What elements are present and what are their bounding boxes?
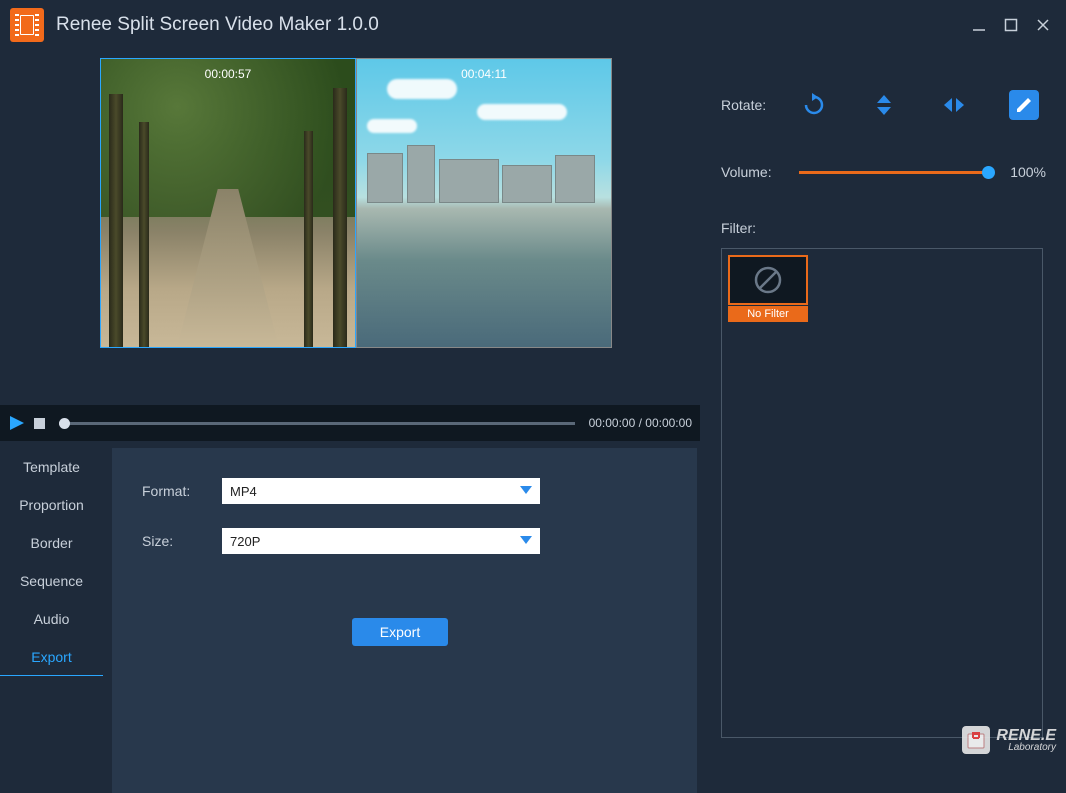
titlebar: Renee Split Screen Video Maker 1.0.0: [0, 0, 1066, 50]
filter-list: No Filter: [721, 248, 1043, 738]
rotate-controls: Rotate:: [721, 90, 1046, 120]
tab-sequence[interactable]: Sequence: [0, 562, 103, 600]
no-filter-label: No Filter: [728, 306, 808, 322]
right-panel: Rotate: Volume: 100% Filter: No: [701, 50, 1066, 760]
format-value: MP4: [230, 484, 257, 499]
window-controls: [972, 18, 1056, 32]
rotate-label: Rotate:: [721, 97, 791, 113]
pencil-icon: [1014, 95, 1034, 115]
format-row: Format: MP4: [142, 478, 667, 504]
size-value: 720P: [230, 534, 260, 549]
volume-controls: Volume: 100%: [721, 164, 1046, 180]
rotate-icon: [802, 93, 826, 117]
minimize-button[interactable]: [972, 18, 986, 32]
export-panel: Format: MP4 Size: 720P Export: [112, 448, 697, 793]
clip-2-timestamp: 00:04:11: [357, 67, 611, 81]
play-button[interactable]: [8, 414, 26, 432]
clip-1[interactable]: 00:00:57: [100, 58, 356, 348]
brand-watermark: RENE.E Laboratory: [962, 726, 1056, 754]
filter-label: Filter:: [721, 220, 1046, 236]
volume-label: Volume:: [721, 164, 791, 180]
no-filter-icon: [753, 265, 783, 295]
volume-value: 100%: [1001, 164, 1046, 180]
size-label: Size:: [142, 533, 222, 549]
brand-text: RENE.E Laboratory: [996, 728, 1056, 753]
tabs-sidebar: Template Proportion Border Sequence Audi…: [0, 448, 103, 676]
close-button[interactable]: [1036, 18, 1050, 32]
brand-icon: [962, 726, 990, 754]
flip-horizontal-icon: [942, 93, 966, 117]
clip-2[interactable]: 00:04:11: [356, 58, 612, 348]
playback-bar: 00:00:00 / 00:00:00: [0, 405, 700, 441]
flip-vertical-button[interactable]: [869, 90, 899, 120]
preview-area: 00:00:57 00:04:11: [100, 58, 612, 348]
filter-item-none[interactable]: No Filter: [728, 255, 808, 322]
maximize-button[interactable]: [1004, 18, 1018, 32]
clip-2-thumbnail: [357, 59, 611, 347]
volume-slider[interactable]: [799, 171, 989, 174]
main-area: 00:00:57 00:04:11 00:00:00 / 00:00:00 Te: [0, 50, 700, 760]
app-icon: [10, 8, 44, 42]
chevron-down-icon: [520, 486, 532, 496]
format-label: Format:: [142, 483, 222, 499]
export-button[interactable]: Export: [352, 618, 448, 646]
clip-1-timestamp: 00:00:57: [101, 67, 355, 81]
tab-template[interactable]: Template: [0, 448, 103, 486]
flip-horizontal-button[interactable]: [939, 90, 969, 120]
size-dropdown[interactable]: 720P: [222, 528, 540, 554]
timeline-slider[interactable]: [59, 422, 575, 425]
tab-proportion[interactable]: Proportion: [0, 486, 103, 524]
app-title: Renee Split Screen Video Maker 1.0.0: [56, 14, 972, 36]
time-display: 00:00:00 / 00:00:00: [589, 416, 692, 430]
tab-audio[interactable]: Audio: [0, 600, 103, 638]
size-row: Size: 720P: [142, 528, 667, 554]
format-dropdown[interactable]: MP4: [222, 478, 540, 504]
tab-border[interactable]: Border: [0, 524, 103, 562]
flip-vertical-icon: [872, 93, 896, 117]
no-filter-thumb: [728, 255, 808, 305]
tab-export[interactable]: Export: [0, 638, 103, 676]
stop-button[interactable]: [34, 418, 45, 429]
clip-1-thumbnail: [101, 59, 355, 347]
chevron-down-icon: [520, 536, 532, 546]
rotate-cw-button[interactable]: [799, 90, 829, 120]
crop-button[interactable]: [1009, 90, 1039, 120]
